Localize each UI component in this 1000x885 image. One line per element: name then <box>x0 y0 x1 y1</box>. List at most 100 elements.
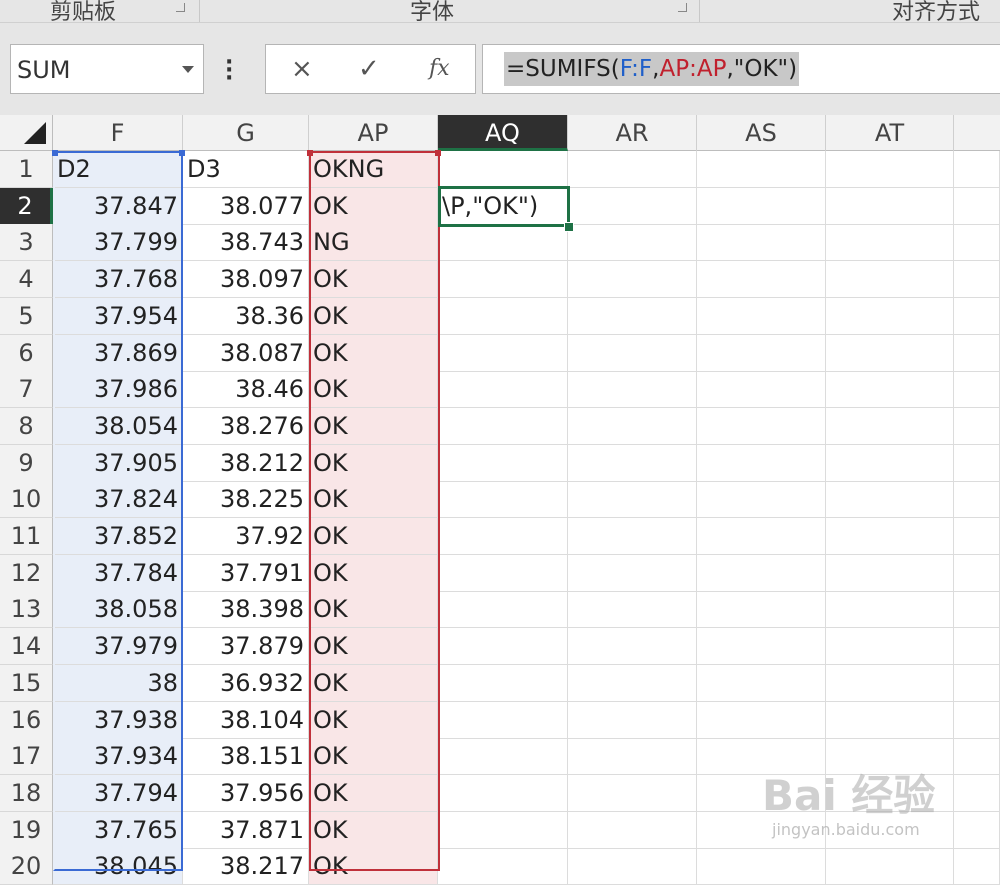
row-header-9[interactable]: 9 <box>0 444 53 482</box>
cell-ar11[interactable] <box>568 518 697 555</box>
cell-au13[interactable] <box>954 591 1000 629</box>
cell-as3[interactable] <box>697 224 826 262</box>
cell-ap11[interactable]: OK <box>309 518 438 555</box>
range-handle[interactable] <box>435 150 441 156</box>
cell-au5[interactable] <box>954 297 1000 335</box>
cell-ar17[interactable] <box>568 738 697 776</box>
cell-ar8[interactable] <box>568 407 697 445</box>
cell-as12[interactable] <box>697 554 826 592</box>
cell-aq17[interactable] <box>438 738 568 776</box>
cell-au2[interactable] <box>954 187 1000 225</box>
cell-ar13[interactable] <box>568 591 697 629</box>
cell-f7[interactable]: 37.986 <box>53 371 183 409</box>
cell-g17[interactable]: 38.151 <box>183 738 309 776</box>
cell-ar6[interactable] <box>568 334 697 372</box>
row-header-15[interactable]: 15 <box>0 664 53 702</box>
cell-g16[interactable]: 38.104 <box>183 701 309 739</box>
cell-aq7[interactable] <box>438 371 568 409</box>
cell-as1[interactable] <box>697 151 826 188</box>
cell-as7[interactable] <box>697 371 826 409</box>
cell-ap18[interactable]: OK <box>309 774 438 812</box>
cell-g9[interactable]: 38.212 <box>183 444 309 482</box>
cell-as8[interactable] <box>697 407 826 445</box>
cell-au9[interactable] <box>954 444 1000 482</box>
cell-ar7[interactable] <box>568 371 697 409</box>
cell-f16[interactable]: 37.938 <box>53 701 183 739</box>
cell-f18[interactable]: 37.794 <box>53 774 183 812</box>
select-all-button[interactable] <box>0 115 53 151</box>
cell-aq6[interactable] <box>438 334 568 372</box>
cell-ap10[interactable]: OK <box>309 481 438 519</box>
cell-f1[interactable]: D2 <box>53 151 183 188</box>
cell-g8[interactable]: 38.276 <box>183 407 309 445</box>
cell-ar18[interactable] <box>568 774 697 812</box>
cell-ap5[interactable]: OK <box>309 297 438 335</box>
cell-au3[interactable] <box>954 224 1000 262</box>
row-header-8[interactable]: 8 <box>0 407 53 445</box>
cell-at1[interactable] <box>826 151 954 188</box>
cell-ap8[interactable]: OK <box>309 407 438 445</box>
cell-at8[interactable] <box>826 407 954 445</box>
cell-f6[interactable]: 37.869 <box>53 334 183 372</box>
cell-at14[interactable] <box>826 628 954 666</box>
cell-aq18[interactable] <box>438 774 568 812</box>
cell-ap2[interactable]: OK <box>309 187 438 225</box>
cell-g5[interactable]: 38.36 <box>183 297 309 335</box>
cell-f9[interactable]: 37.905 <box>53 444 183 482</box>
clipboard-launcher-icon[interactable] <box>176 3 185 12</box>
row-header-13[interactable]: 13 <box>0 591 53 629</box>
cell-at13[interactable] <box>826 591 954 629</box>
row-header-7[interactable]: 7 <box>0 371 53 409</box>
formula-input[interactable]: =SUMIFS(F:F,AP:AP,"OK") <box>482 44 1000 94</box>
cell-ar3[interactable] <box>568 224 697 262</box>
cell-ap3[interactable]: NG <box>309 224 438 262</box>
cell-au10[interactable] <box>954 481 1000 519</box>
cell-as2[interactable] <box>697 187 826 225</box>
row-header-3[interactable]: 3 <box>0 224 53 262</box>
row-header-12[interactable]: 12 <box>0 554 53 592</box>
cell-as5[interactable] <box>697 297 826 335</box>
cell-ar5[interactable] <box>568 297 697 335</box>
cell-f19[interactable]: 37.765 <box>53 811 183 849</box>
cell-at15[interactable] <box>826 664 954 702</box>
cell-g2[interactable]: 38.077 <box>183 187 309 225</box>
row-header-11[interactable]: 11 <box>0 518 53 555</box>
cell-as4[interactable] <box>697 261 826 299</box>
cell-at12[interactable] <box>826 554 954 592</box>
cell-g3[interactable]: 38.743 <box>183 224 309 262</box>
fill-handle[interactable] <box>564 222 574 232</box>
cell-at6[interactable] <box>826 334 954 372</box>
cell-ar14[interactable] <box>568 628 697 666</box>
cell-aq5[interactable] <box>438 297 568 335</box>
range-handle[interactable] <box>307 150 313 156</box>
column-header-at[interactable]: AT <box>826 115 954 151</box>
cell-ar15[interactable] <box>568 664 697 702</box>
cell-ap13[interactable]: OK <box>309 591 438 629</box>
cell-ap1[interactable]: OKNG <box>309 151 438 188</box>
cell-f14[interactable]: 37.979 <box>53 628 183 666</box>
cell-au4[interactable] <box>954 261 1000 299</box>
cell-as11[interactable] <box>697 518 826 555</box>
cell-at16[interactable] <box>826 701 954 739</box>
cell-au1[interactable] <box>954 151 1000 188</box>
cell-au16[interactable] <box>954 701 1000 739</box>
cell-at9[interactable] <box>826 444 954 482</box>
column-header-ap[interactable]: AP <box>309 115 438 151</box>
cell-g12[interactable]: 37.791 <box>183 554 309 592</box>
cell-as14[interactable] <box>697 628 826 666</box>
chevron-down-icon[interactable] <box>182 66 194 73</box>
row-header-6[interactable]: 6 <box>0 334 53 372</box>
cell-as13[interactable] <box>697 591 826 629</box>
active-cell-aq2[interactable]: \P,"OK") <box>438 186 570 227</box>
cell-as6[interactable] <box>697 334 826 372</box>
cell-g13[interactable]: 38.398 <box>183 591 309 629</box>
cell-aq13[interactable] <box>438 591 568 629</box>
cell-g14[interactable]: 37.879 <box>183 628 309 666</box>
cell-ar1[interactable] <box>568 151 697 188</box>
cancel-icon[interactable]: × <box>291 54 313 84</box>
cell-g7[interactable]: 38.46 <box>183 371 309 409</box>
cell-f4[interactable]: 37.768 <box>53 261 183 299</box>
cell-g18[interactable]: 37.956 <box>183 774 309 812</box>
cell-f17[interactable]: 37.934 <box>53 738 183 776</box>
cell-g1[interactable]: D3 <box>183 151 309 188</box>
